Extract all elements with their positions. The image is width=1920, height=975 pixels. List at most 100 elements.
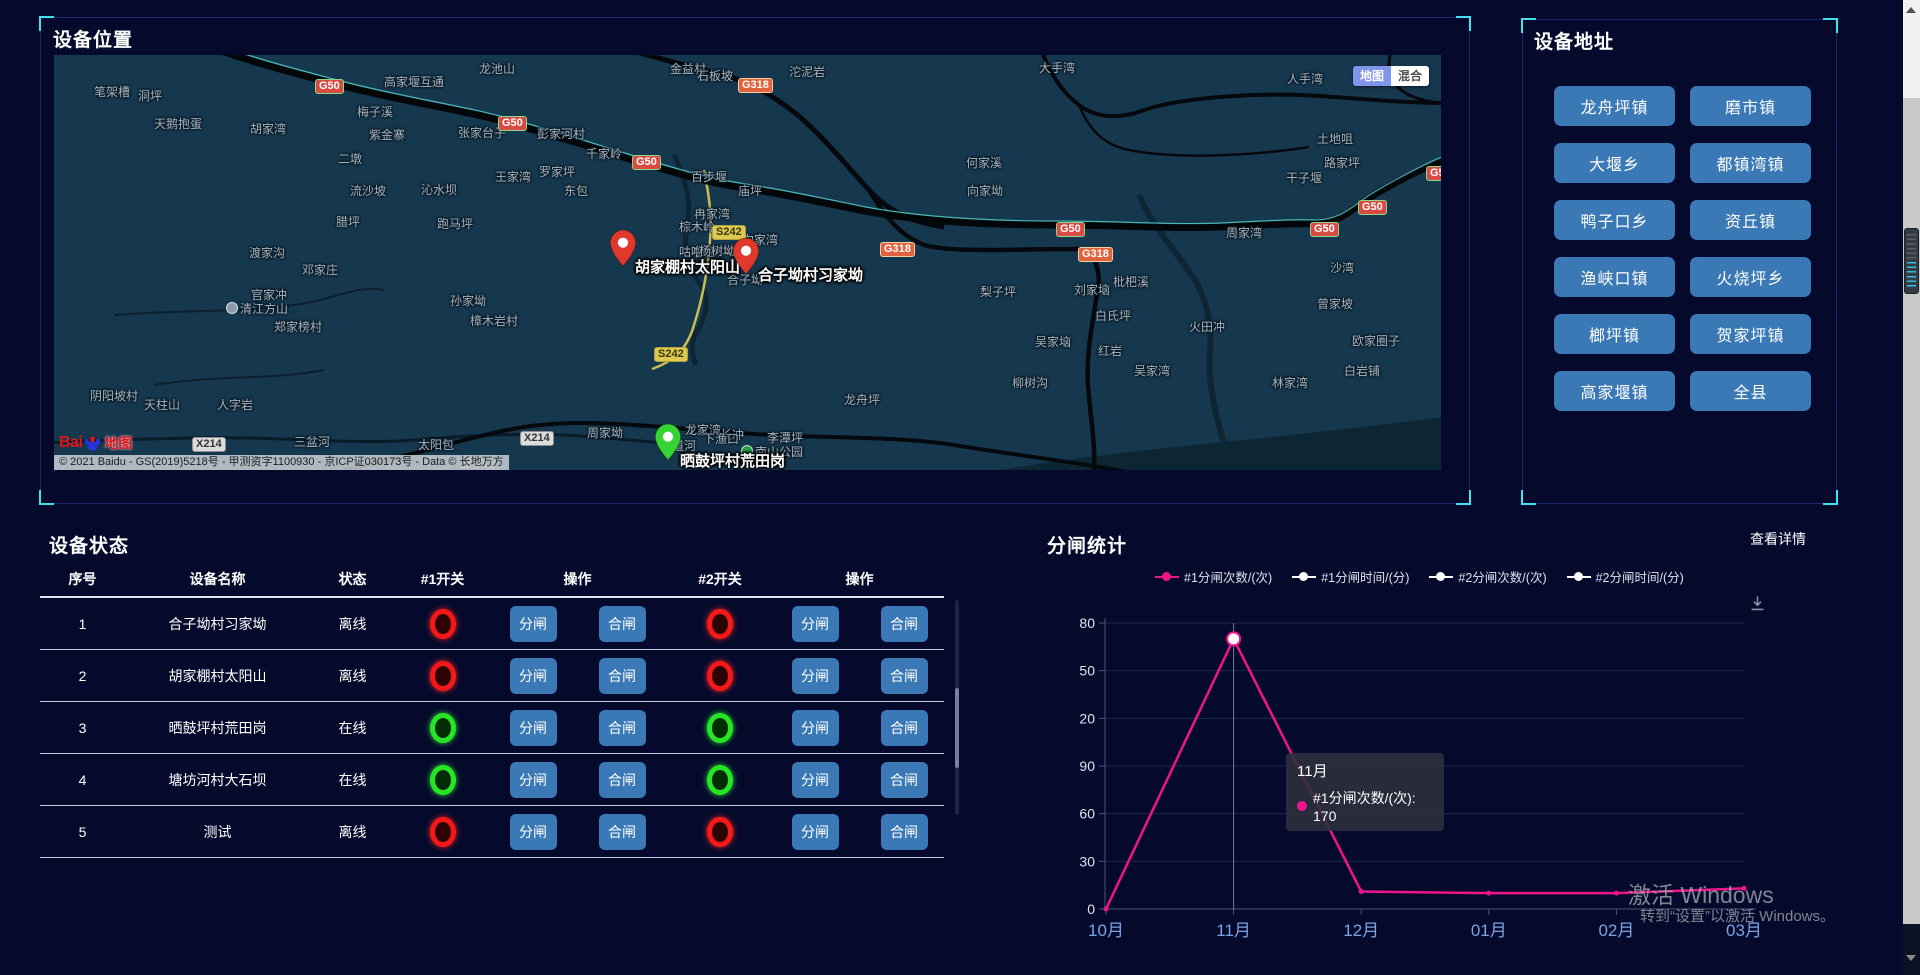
map-place-label: 路家坪: [1324, 154, 1360, 171]
legend-item[interactable]: #1分闸次数/(次): [1155, 567, 1272, 586]
map-place-label: 梨子坪: [980, 283, 1016, 300]
map-place-label: 彭家河村: [537, 125, 585, 142]
switch1-indicator-green: [430, 713, 456, 743]
chart-tooltip: 11月 #1分闸次数/(次): 170: [1286, 753, 1444, 831]
map-type-option-hybrid[interactable]: 混合: [1391, 66, 1429, 86]
legend-item[interactable]: #2分闸次数/(次): [1429, 567, 1546, 586]
scrollbar-down-arrow-icon[interactable]: [1906, 955, 1916, 961]
map-place-label: 太阳包: [418, 436, 454, 453]
scenic-icon: [226, 302, 238, 314]
address-button[interactable]: 资丘镇: [1690, 200, 1811, 240]
open-switch-button[interactable]: 分闸: [510, 814, 557, 850]
cell-index: 2: [40, 668, 125, 684]
map-pin[interactable]: [610, 230, 636, 266]
address-button[interactable]: 渔峡口镇: [1554, 257, 1675, 297]
table-header-cell: 设备名称: [125, 569, 310, 589]
baidu-logo-text: Bai: [59, 434, 82, 452]
chart-legend: #1分闸次数/(次) #1分闸时间/(分) #2分闸次数/(次) #2分闸时间/(分): [1155, 567, 1684, 586]
table-scrollbar[interactable]: [955, 600, 959, 815]
map-place-label: 千家岭: [586, 145, 622, 162]
cell-device-name: 胡家棚村太阳山: [125, 666, 310, 686]
address-button[interactable]: 全县: [1690, 371, 1811, 411]
close-switch-button[interactable]: 合闸: [599, 710, 646, 746]
view-details-link[interactable]: 查看详情: [1750, 529, 1806, 549]
baidu-logo-suffix: 地图: [104, 433, 132, 453]
table-scrollbar-thumb[interactable]: [955, 688, 959, 768]
baidu-map[interactable]: 笔架槽洞坪天鹅抱蛋胡家湾高家堰互通梅子溪紫金寨二墩张家台子彭家河村千家岭百步堰庙…: [54, 55, 1441, 470]
address-button-grid: 龙舟坪镇磨市镇大堰乡都镇湾镇鸭子口乡资丘镇渔峡口镇火烧坪乡榔坪镇贺家坪镇高家堰镇…: [1554, 86, 1811, 411]
map-place-label: 阴阳坡村: [90, 387, 138, 404]
table-row: 5测试离线分闸合闸分闸合闸: [40, 806, 944, 858]
address-button[interactable]: 鸭子口乡: [1554, 200, 1675, 240]
tooltip-value-text: #1分闸次数/(次): 170: [1313, 788, 1433, 824]
cell-device-name: 晒鼓坪村荒田岗: [125, 718, 310, 738]
road-shield-x214: X214: [192, 437, 226, 452]
scrollbar-track-bottom[interactable]: [1903, 924, 1920, 975]
map-place-label: 向家坳: [967, 182, 1003, 199]
address-button[interactable]: 榔坪镇: [1554, 314, 1675, 354]
switch1-indicator-red: [430, 661, 456, 691]
open-switch-button[interactable]: 分闸: [510, 710, 557, 746]
address-button[interactable]: 高家堰镇: [1554, 371, 1675, 411]
map-type-option-map[interactable]: 地图: [1353, 66, 1391, 86]
scrollbar-track-top[interactable]: [1903, 0, 1920, 98]
legend-marker-icon: [1299, 572, 1308, 581]
switch1-indicator-green: [430, 765, 456, 795]
close-switch-button[interactable]: 合闸: [881, 710, 928, 746]
legend-label: #1分闸时间/(分): [1321, 567, 1409, 586]
open-switch-button[interactable]: 分闸: [792, 762, 839, 798]
address-button[interactable]: 龙舟坪镇: [1554, 86, 1675, 126]
baidu-paw-icon: [83, 435, 102, 452]
close-switch-button[interactable]: 合闸: [881, 762, 928, 798]
table-header-cell: #2开关: [665, 569, 775, 589]
close-switch-button[interactable]: 合闸: [599, 814, 646, 850]
open-switch-button[interactable]: 分闸: [510, 606, 557, 642]
open-switch-button[interactable]: 分闸: [792, 814, 839, 850]
address-button[interactable]: 磨市镇: [1690, 86, 1811, 126]
map-pin[interactable]: [733, 238, 759, 274]
map-place-label: 洞坪: [138, 87, 162, 104]
scroll-indicator-widget[interactable]: [1904, 228, 1919, 294]
address-button[interactable]: 都镇湾镇: [1690, 143, 1811, 183]
legend-label: #1分闸次数/(次): [1184, 567, 1272, 586]
device-location-panel: 设备位置 笔架槽洞坪天鹅抱蛋胡家湾高家堰互通梅子溪紫金寨二墩张家台子彭家河村千家…: [40, 17, 1470, 504]
switch2-indicator-red: [707, 661, 733, 691]
close-switch-button[interactable]: 合闸: [881, 606, 928, 642]
open-switch-button[interactable]: 分闸: [792, 710, 839, 746]
close-switch-button[interactable]: 合闸: [881, 814, 928, 850]
map-place-label: 沱泥岩: [789, 63, 825, 80]
map-pin-label: 合子坳村习家坳: [758, 264, 863, 285]
legend-item[interactable]: #2分闸时间/(分): [1567, 567, 1684, 586]
open-switch-button[interactable]: 分闸: [510, 658, 557, 694]
address-panel-title: 设备地址: [1534, 27, 1614, 54]
close-switch-button[interactable]: 合闸: [599, 762, 646, 798]
corner-decoration: [39, 490, 54, 505]
map-place-label: 沁水坝: [421, 181, 457, 198]
legend-item[interactable]: #1分闸时间/(分): [1292, 567, 1409, 586]
svg-text:30: 30: [1080, 853, 1095, 869]
road-shield-g50: G50: [498, 116, 527, 131]
corner-decoration: [1456, 16, 1471, 31]
tooltip-series-dot: [1297, 801, 1307, 811]
map-place-label: 腊坪: [336, 213, 360, 230]
map-place-label: 沙湾: [1330, 259, 1354, 276]
address-button[interactable]: 火烧坪乡: [1690, 257, 1811, 297]
close-switch-button[interactable]: 合闸: [599, 658, 646, 694]
map-place-label: 二墩: [338, 150, 362, 167]
svg-text:02月: 02月: [1598, 921, 1634, 940]
open-switch-button[interactable]: 分闸: [792, 606, 839, 642]
map-pin[interactable]: [655, 424, 681, 460]
tooltip-title: 11月: [1297, 760, 1433, 781]
open-switch-button[interactable]: 分闸: [792, 658, 839, 694]
open-switch-button[interactable]: 分闸: [510, 762, 557, 798]
map-place-label: 天鹅抱蛋: [154, 115, 202, 132]
scrollbar-thumb[interactable]: [1903, 98, 1920, 924]
cell-index: 4: [40, 772, 125, 788]
close-switch-button[interactable]: 合闸: [599, 606, 646, 642]
close-switch-button[interactable]: 合闸: [881, 658, 928, 694]
table-header-cell: #1开关: [395, 569, 490, 589]
scrollbar-up-arrow-icon[interactable]: [1906, 7, 1916, 13]
map-place-label: 罗家坪: [539, 163, 575, 180]
address-button[interactable]: 大堰乡: [1554, 143, 1675, 183]
address-button[interactable]: 贺家坪镇: [1690, 314, 1811, 354]
